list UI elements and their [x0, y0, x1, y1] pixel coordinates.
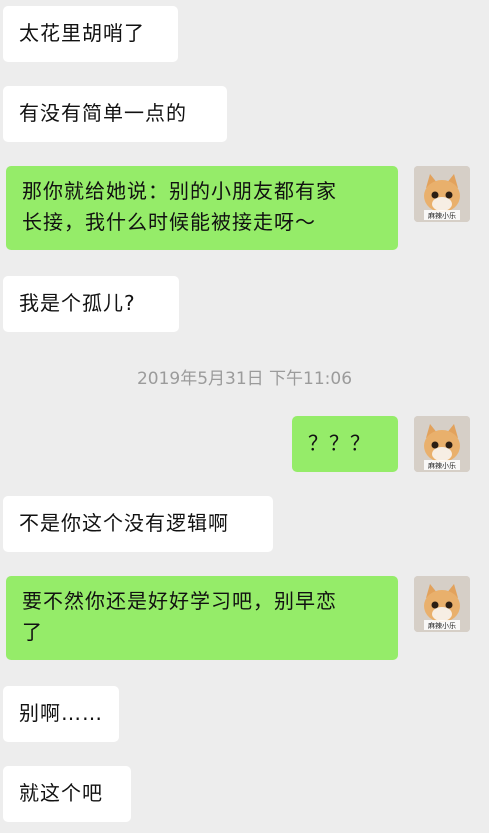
svg-text:麻辣小乐: 麻辣小乐: [428, 461, 456, 470]
message-text: 有没有简单一点的: [19, 101, 187, 125]
message-text: 那你就给她说：别的小朋友都有家: [22, 179, 337, 203]
message-bubble[interactable]: 要不然你还是好好学习吧，别早恋 了: [6, 576, 398, 660]
message-bubble[interactable]: ？？？: [292, 416, 398, 472]
cat-avatar-icon: 麻辣小乐: [414, 576, 470, 632]
message-text: ？？？: [308, 431, 371, 455]
svg-text:麻辣小乐: 麻辣小乐: [428, 621, 456, 630]
message-bubble[interactable]: 太花里胡哨了: [3, 6, 178, 62]
message-bubble[interactable]: 那你就给她说：别的小朋友都有家 长接，我什么时候能被接走呀～: [6, 166, 398, 250]
svg-text:麻辣小乐: 麻辣小乐: [428, 211, 456, 220]
message-text: 别啊……: [19, 701, 103, 725]
cat-avatar-icon: 麻辣小乐: [414, 166, 470, 222]
message-bubble[interactable]: 有没有简单一点的: [3, 86, 227, 142]
message-bubble[interactable]: 我是个孤儿?: [3, 276, 179, 332]
message-text: 了: [22, 620, 43, 644]
timestamp: 2019年5月31日 下午11:06: [136, 369, 353, 389]
message-bubble[interactable]: 别啊……: [3, 686, 119, 742]
avatar[interactable]: 麻辣小乐: [414, 576, 470, 632]
message-text: 长接，我什么时候能被接走呀～: [22, 210, 316, 234]
message-text: 要不然你还是好好学习吧，别早恋: [22, 589, 337, 613]
cat-avatar-icon: 麻辣小乐: [414, 416, 470, 472]
chat-area: 太花里胡哨了 有没有简单一点的 那你就给她说：别的小朋友都有家 长接，我什么时候…: [0, 0, 489, 833]
message-bubble[interactable]: 不是你这个没有逻辑啊: [3, 496, 273, 552]
message-text: 我是个孤儿?: [19, 291, 136, 315]
message-text: 太花里胡哨了: [19, 21, 145, 45]
avatar[interactable]: 麻辣小乐: [414, 166, 470, 222]
message-bubble[interactable]: 就这个吧: [3, 766, 131, 822]
message-text: 就这个吧: [19, 781, 103, 805]
message-text: 不是你这个没有逻辑啊: [19, 511, 229, 535]
avatar[interactable]: 麻辣小乐: [414, 416, 470, 472]
